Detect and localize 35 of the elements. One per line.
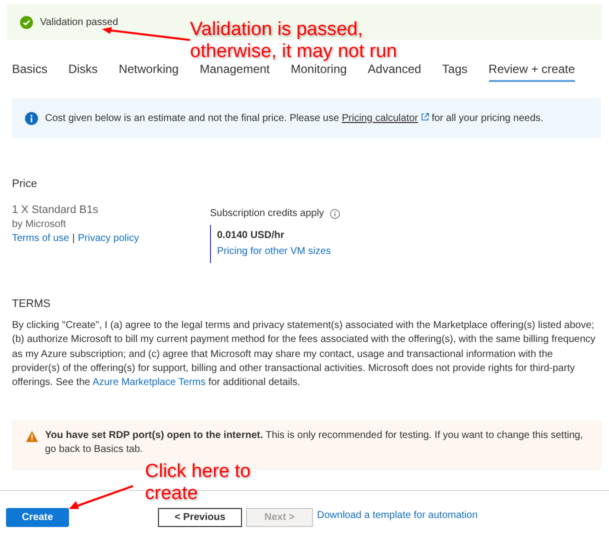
tab[interactable]: Basics (12, 60, 48, 82)
separator: | (72, 233, 75, 244)
tab[interactable]: Disks (68, 60, 98, 82)
info-text: Cost given below is an estimate and not the final price. Please use Pricing calculator for all your pricing needs. (45, 112, 544, 124)
other-sizes-link[interactable]: Pricing for other VM sizes (217, 246, 340, 257)
product-name: 1 X Standard B1s (12, 204, 100, 216)
check-circle-icon (20, 16, 33, 28)
tab[interactable]: Review + create (488, 60, 575, 82)
tab[interactable]: Monitoring (290, 60, 347, 82)
annotation-text: Validation is passed, otherwise, it may not run (190, 19, 397, 63)
pricing-calculator-link[interactable]: Pricing calculator (342, 112, 418, 124)
tab[interactable]: Management (200, 60, 270, 82)
price-heading: Price (12, 178, 38, 190)
validation-message: Validation passed (40, 16, 118, 28)
credits-label: Subscription credits apply (210, 208, 324, 219)
warning-text: You have set RDP port(s) open to the internet. This is only recommended for testing. If you want to change this setting, go back to Basics tab. (45, 429, 584, 458)
info-icon (25, 112, 38, 124)
info-icon[interactable] (330, 208, 340, 218)
marketplace-terms-link[interactable]: Azure Marketplace Terms (92, 377, 206, 388)
nav-button[interactable]: < Previous (158, 508, 242, 527)
terms-heading: TERMS (12, 298, 52, 310)
tab[interactable]: Networking (118, 60, 179, 82)
privacy-policy-link[interactable]: Privacy policy (78, 233, 139, 244)
publisher: by Microsoft (12, 219, 67, 230)
create-button[interactable]: Create (6, 508, 69, 527)
tab[interactable]: Tags (442, 60, 468, 82)
annotation-text: Click here to create (145, 461, 251, 505)
tab[interactable]: Advanced (368, 60, 422, 82)
hourly-rate: 0.0140 USD/hr (217, 230, 286, 241)
download-template-link[interactable]: Download a template for automation (317, 508, 478, 527)
external-link-icon (420, 112, 429, 120)
terms-paragraph: By clicking "Create", I (a) agree to the legal terms and privacy statement(s) associated with the Marketplace offering(s) listed above; (b) authorize Microsoft to bill my current payment method for the fees associated with the offering(s), with the same billing frequency as my Azure subscription; and (c) agree that Microsoft may share my contact, usage and transactional information with the provider(s) of the offering(s) for support, billing and other transactional activities. Microsoft does not provide rights for third-party offerings. See the Azure Marketplace Terms for additional details. (12, 319, 596, 390)
arrow (68, 485, 134, 511)
terms-of-use-link[interactable]: Terms of use (12, 233, 70, 244)
warning-icon (26, 431, 38, 442)
